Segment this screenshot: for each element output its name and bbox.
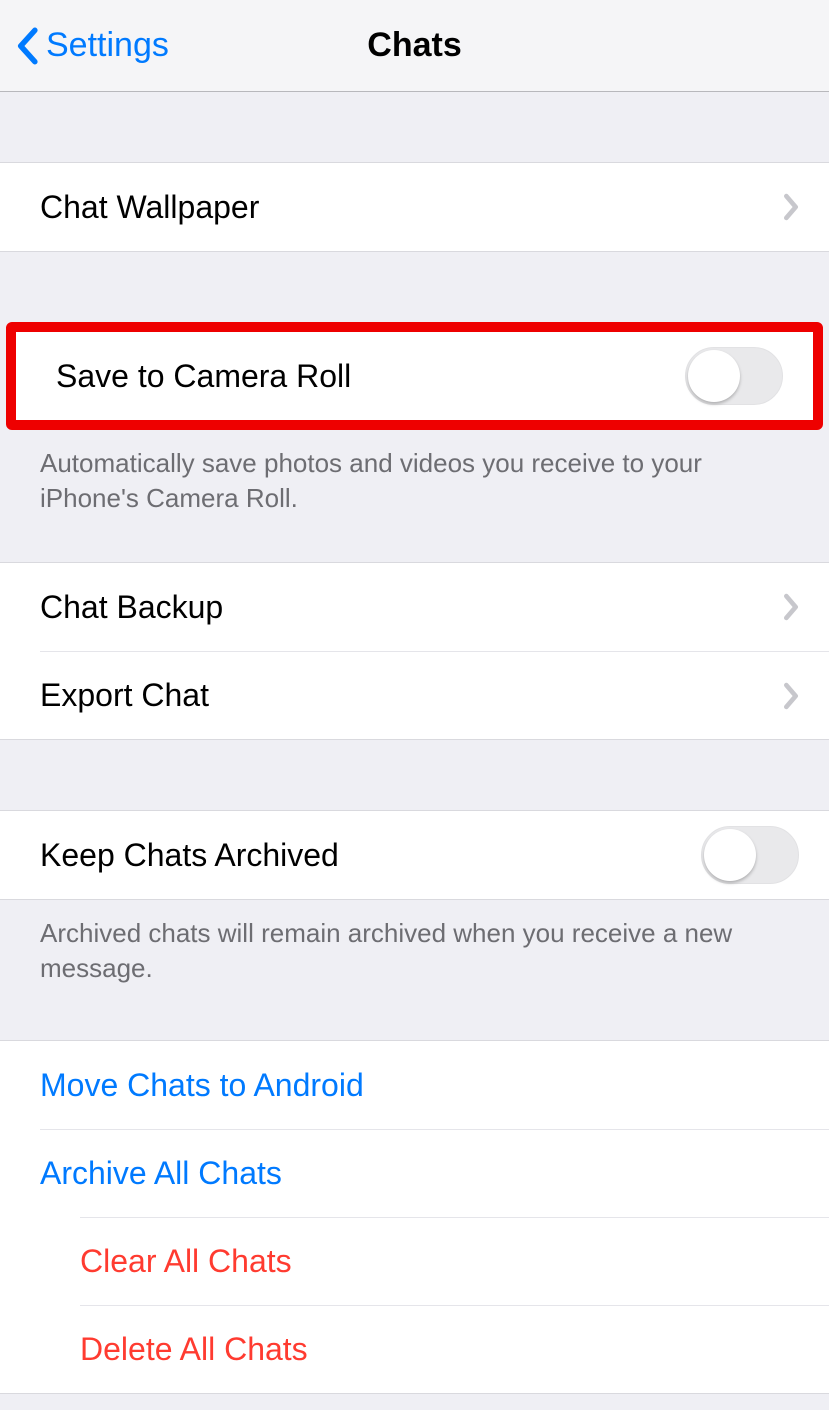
back-label: Settings bbox=[46, 26, 169, 65]
action-label: Move Chats to Android bbox=[40, 1067, 364, 1104]
chevron-right-icon bbox=[783, 682, 799, 710]
row-label: Chat Backup bbox=[40, 589, 783, 626]
chevron-right-icon bbox=[783, 193, 799, 221]
row-label: Keep Chats Archived bbox=[40, 837, 701, 874]
back-button[interactable]: Settings bbox=[16, 26, 169, 65]
group-keep-archived: Keep Chats Archived bbox=[0, 810, 829, 900]
row-label: Chat Wallpaper bbox=[40, 189, 783, 226]
action-delete-all[interactable]: Delete All Chats bbox=[80, 1305, 829, 1393]
action-label: Archive All Chats bbox=[40, 1155, 282, 1192]
row-chat-backup[interactable]: Chat Backup bbox=[0, 563, 829, 651]
nav-bar: Settings Chats bbox=[0, 0, 829, 92]
row-label: Save to Camera Roll bbox=[56, 358, 685, 395]
row-chat-wallpaper[interactable]: Chat Wallpaper bbox=[0, 163, 829, 251]
action-clear-all[interactable]: Clear All Chats bbox=[80, 1217, 829, 1305]
chevron-left-icon bbox=[16, 27, 38, 65]
group-wallpaper: Chat Wallpaper bbox=[0, 162, 829, 252]
row-keep-archived[interactable]: Keep Chats Archived bbox=[0, 811, 829, 899]
group-actions: Move Chats to Android Archive All Chats … bbox=[0, 1040, 829, 1394]
toggle-keep-archived[interactable] bbox=[701, 826, 799, 884]
chevron-right-icon bbox=[783, 593, 799, 621]
group-backup-export: Chat Backup Export Chat bbox=[0, 562, 829, 740]
footer-save-camera-roll: Automatically save photos and videos you… bbox=[0, 430, 829, 544]
toggle-knob bbox=[688, 350, 740, 402]
action-label: Delete All Chats bbox=[80, 1331, 308, 1368]
toggle-save-camera-roll[interactable] bbox=[685, 347, 783, 405]
row-export-chat[interactable]: Export Chat bbox=[40, 651, 829, 739]
action-archive-all[interactable]: Archive All Chats bbox=[40, 1129, 829, 1217]
group-save-camera-roll: Save to Camera Roll bbox=[16, 332, 813, 420]
action-move-android[interactable]: Move Chats to Android bbox=[0, 1041, 829, 1129]
action-label: Clear All Chats bbox=[80, 1243, 292, 1280]
footer-keep-archived: Archived chats will remain archived when… bbox=[0, 900, 829, 1014]
row-save-camera-roll[interactable]: Save to Camera Roll bbox=[16, 332, 813, 420]
toggle-knob bbox=[704, 829, 756, 881]
row-label: Export Chat bbox=[40, 677, 783, 714]
highlight-frame: Save to Camera Roll bbox=[6, 322, 823, 430]
